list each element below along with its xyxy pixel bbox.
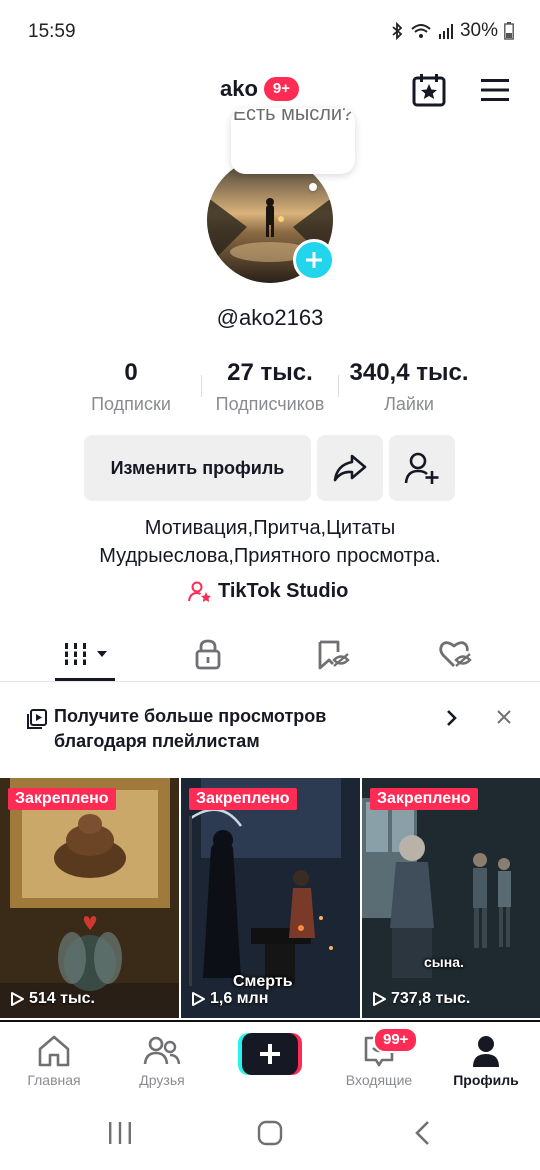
add-friend-button[interactable] (389, 435, 455, 501)
stat-followers-value: 27 тыс. (227, 359, 313, 386)
stat-likes-label: Лайки (384, 394, 434, 414)
header-title: ako (220, 76, 258, 101)
wifi-icon (410, 22, 432, 40)
friends-icon (112, 1034, 212, 1068)
video-caption: Смерть (233, 973, 293, 990)
tab-videos[interactable] (55, 634, 115, 674)
view-count: 514 тыс. (9, 990, 95, 1008)
stat-followers-label: Подписчиков (215, 394, 325, 414)
bottom-navigation: Главная Друзья Входящие 99+ Профиль (0, 1022, 540, 1100)
play-icon (373, 992, 386, 1006)
nav-home-label: Главная (27, 1072, 81, 1088)
stat-following-label: Подписки (91, 394, 171, 414)
stat-followers[interactable]: 27 тыс. Подписчиков (204, 356, 336, 418)
profile-icon (436, 1034, 536, 1068)
view-count-text: 1,6 млн (210, 990, 269, 1007)
view-count: 1,6 млн (190, 990, 268, 1008)
playlist-icon (26, 708, 48, 735)
nav-profile-label: Профиль (453, 1072, 519, 1088)
bookmark-hidden-icon (318, 640, 350, 670)
stat-divider (338, 375, 339, 397)
tiktok-studio-label: TikTok Studio (218, 580, 349, 602)
calendar-star-icon[interactable] (411, 72, 447, 108)
nav-friends[interactable]: Друзья (112, 1034, 212, 1088)
view-count-text: 514 тыс. (29, 990, 95, 1007)
hamburger-menu-icon[interactable] (479, 76, 511, 104)
status-bar: 15:59 30% (0, 0, 540, 64)
home-button-icon[interactable] (257, 1120, 283, 1151)
nav-friends-label: Друзья (139, 1072, 185, 1088)
pinned-badge: Закреплено (189, 788, 297, 810)
play-icon (11, 992, 24, 1006)
status-time: 15:59 (28, 21, 76, 42)
tab-liked[interactable] (425, 634, 485, 674)
android-navigation-bar (0, 1100, 540, 1170)
back-icon[interactable] (412, 1120, 434, 1151)
chevron-right-icon[interactable] (442, 708, 460, 733)
recent-apps-icon[interactable] (107, 1120, 133, 1151)
tab-private[interactable] (178, 634, 238, 674)
nav-inbox-label: Входящие (345, 1072, 413, 1088)
edit-profile-button[interactable]: Изменить профиль (84, 435, 311, 501)
banner-line: благодаря плейлистам (54, 731, 260, 751)
battery-icon (504, 22, 514, 40)
video-thumbnail[interactable]: Закреплено сына. 737,8 тыс. (362, 778, 540, 1018)
tiktok-studio-link[interactable]: TikTok Studio (188, 580, 348, 603)
video-thumbnail[interactable]: Закреплено 514 тыс. (0, 778, 179, 1018)
status-icons: 30% (390, 20, 514, 42)
banner-line: Получите больше просмотров (54, 706, 327, 726)
add-user-icon (404, 452, 439, 484)
heart-hidden-icon (439, 641, 472, 667)
thought-bubble[interactable]: Есть мысли? (231, 108, 355, 174)
battery-percent: 30% (459, 20, 498, 41)
bio-line: Мотивация,Притча,Цитаты (144, 517, 396, 539)
play-icon (192, 992, 205, 1006)
active-tab-indicator (55, 678, 115, 681)
share-profile-button[interactable] (317, 435, 383, 501)
signal-icon (438, 23, 454, 39)
video-thumbnail[interactable]: Закреплено Смерть 1,6 млн (181, 778, 360, 1018)
bio-line: Мудрыеслова,Приятного просмотра. (99, 545, 441, 567)
stat-likes-value: 340,4 тыс. (349, 359, 469, 386)
header-notification-badge: 9+ (263, 77, 300, 101)
pinned-badge: Закреплено (370, 788, 478, 810)
share-arrow-icon (333, 454, 367, 482)
tab-reposts[interactable] (303, 634, 363, 674)
account-switcher[interactable]: ako 9+ (220, 76, 300, 102)
view-count: 737,8 тыс. (371, 990, 470, 1008)
inbox-badge: 99+ (373, 1027, 419, 1053)
profile-bio: Мотивация,Притча,Цитаты Мудрыеслова,Прия… (0, 514, 540, 570)
nav-profile[interactable]: Профиль (436, 1034, 536, 1088)
stat-following-value: 0 (124, 359, 138, 386)
create-post-button[interactable] (238, 1033, 302, 1075)
stat-likes[interactable]: 340,4 тыс. Лайки (340, 356, 478, 418)
stat-divider (201, 375, 202, 397)
thought-bubble-text: Есть мысли? (232, 108, 354, 125)
plus-icon (306, 252, 322, 268)
playlist-banner[interactable]: Получите больше просмотров благодаря пле… (0, 696, 540, 766)
video-grid: Закреплено 514 тыс. Закреплено Смерть 1,… (0, 778, 540, 1018)
close-icon[interactable] (495, 708, 513, 731)
studio-user-star-icon (188, 581, 211, 602)
video-caption: сына. (424, 954, 464, 970)
bluetooth-icon (390, 22, 404, 40)
profile-stats: 0 Подписки 27 тыс. Подписчиков 340,4 тыс… (0, 356, 540, 420)
pinned-badge: Закреплено (8, 788, 116, 810)
avatar-add-button[interactable] (293, 239, 335, 281)
username: @ako2163 (216, 305, 324, 330)
playlist-banner-text: Получите больше просмотров благодаря пле… (54, 704, 384, 754)
nav-home[interactable]: Главная (4, 1034, 104, 1088)
stat-following[interactable]: 0 Подписки (82, 356, 180, 418)
lock-icon (195, 639, 221, 670)
thought-bubble-dot (309, 183, 317, 191)
profile-tabs (0, 626, 540, 682)
grid-bars-icon (61, 643, 107, 665)
home-icon (4, 1034, 104, 1068)
view-count-text: 737,8 тыс. (391, 990, 471, 1007)
